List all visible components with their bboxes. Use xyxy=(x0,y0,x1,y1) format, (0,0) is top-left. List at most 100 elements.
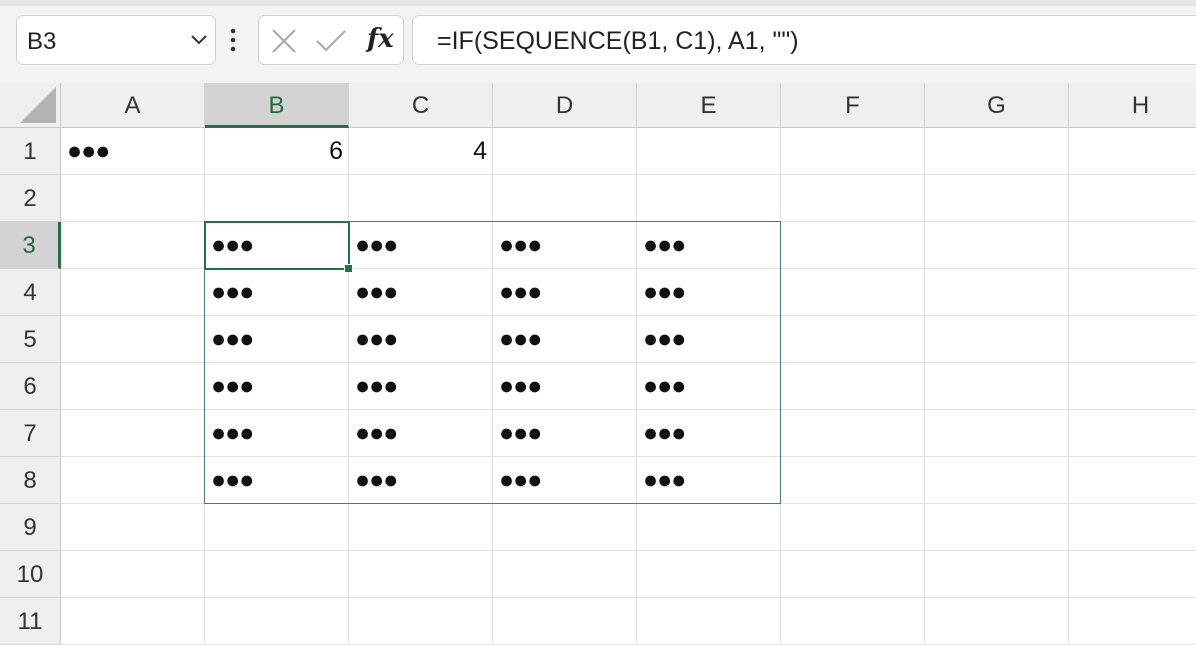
chevron-down-icon[interactable] xyxy=(189,30,209,50)
cell-d11[interactable] xyxy=(493,598,637,645)
cell-h11[interactable] xyxy=(1069,598,1196,645)
cell-g2[interactable] xyxy=(925,175,1069,222)
cell-c7[interactable]: ●●● xyxy=(349,410,493,457)
cell-c5[interactable]: ●●● xyxy=(349,316,493,363)
cell-e8[interactable]: ●●● xyxy=(637,457,781,504)
cell-d5[interactable]: ●●● xyxy=(493,316,637,363)
cell-g9[interactable] xyxy=(925,504,1069,551)
cell-h7[interactable] xyxy=(1069,410,1196,457)
cell-h4[interactable] xyxy=(1069,269,1196,316)
cell-e9[interactable] xyxy=(637,504,781,551)
cell-a7[interactable] xyxy=(61,410,205,457)
cell-b9[interactable] xyxy=(205,504,349,551)
cell-d6[interactable]: ●●● xyxy=(493,363,637,410)
cell-h2[interactable] xyxy=(1069,175,1196,222)
cell-f2[interactable] xyxy=(781,175,925,222)
cell-d7[interactable]: ●●● xyxy=(493,410,637,457)
cell-e2[interactable] xyxy=(637,175,781,222)
cell-b2[interactable] xyxy=(205,175,349,222)
cell-e6[interactable]: ●●● xyxy=(637,363,781,410)
cell-f6[interactable] xyxy=(781,363,925,410)
cell-a11[interactable] xyxy=(61,598,205,645)
cell-g6[interactable] xyxy=(925,363,1069,410)
more-options-icon[interactable] xyxy=(229,27,237,53)
cell-g10[interactable] xyxy=(925,551,1069,598)
column-header-c[interactable]: C xyxy=(349,83,493,128)
cell-a5[interactable] xyxy=(61,316,205,363)
row-header-11[interactable]: 11 xyxy=(0,598,61,645)
cell-g7[interactable] xyxy=(925,410,1069,457)
cell-e11[interactable] xyxy=(637,598,781,645)
cell-d2[interactable] xyxy=(493,175,637,222)
cell-h6[interactable] xyxy=(1069,363,1196,410)
cell-c11[interactable] xyxy=(349,598,493,645)
cell-f10[interactable] xyxy=(781,551,925,598)
name-box[interactable]: B3 xyxy=(16,15,216,65)
fill-handle[interactable] xyxy=(344,264,353,273)
x-icon[interactable] xyxy=(271,28,297,54)
cell-e5[interactable]: ●●● xyxy=(637,316,781,363)
column-header-h[interactable]: H xyxy=(1069,83,1196,128)
cell-g1[interactable] xyxy=(925,128,1069,175)
check-icon[interactable] xyxy=(315,28,347,54)
cell-a3[interactable] xyxy=(61,222,205,269)
cell-d1[interactable] xyxy=(493,128,637,175)
row-header-4[interactable]: 4 xyxy=(0,269,61,316)
cell-f1[interactable] xyxy=(781,128,925,175)
cell-f9[interactable] xyxy=(781,504,925,551)
cell-b1[interactable]: 6 xyxy=(205,128,349,175)
column-header-g[interactable]: G xyxy=(925,83,1069,128)
cell-c8[interactable]: ●●● xyxy=(349,457,493,504)
cell-f8[interactable] xyxy=(781,457,925,504)
cell-b3[interactable]: ●●● xyxy=(205,222,349,269)
cell-f5[interactable] xyxy=(781,316,925,363)
cell-c2[interactable] xyxy=(349,175,493,222)
cell-a4[interactable] xyxy=(61,269,205,316)
row-header-8[interactable]: 8 xyxy=(0,457,61,504)
cell-h5[interactable] xyxy=(1069,316,1196,363)
cell-c4[interactable]: ●●● xyxy=(349,269,493,316)
column-header-a[interactable]: A xyxy=(61,83,205,128)
cell-c10[interactable] xyxy=(349,551,493,598)
cell-c6[interactable]: ●●● xyxy=(349,363,493,410)
cell-c1[interactable]: 4 xyxy=(349,128,493,175)
cell-a10[interactable] xyxy=(61,551,205,598)
cell-e4[interactable]: ●●● xyxy=(637,269,781,316)
cell-b5[interactable]: ●●● xyxy=(205,316,349,363)
cell-b6[interactable]: ●●● xyxy=(205,363,349,410)
cell-f7[interactable] xyxy=(781,410,925,457)
cell-h1[interactable] xyxy=(1069,128,1196,175)
column-header-d[interactable]: D xyxy=(493,83,637,128)
row-header-3[interactable]: 3 xyxy=(0,222,61,269)
cell-b10[interactable] xyxy=(205,551,349,598)
column-header-b[interactable]: B xyxy=(205,83,349,128)
row-header-9[interactable]: 9 xyxy=(0,504,61,551)
cell-g4[interactable] xyxy=(925,269,1069,316)
select-all-button[interactable] xyxy=(0,83,61,128)
cell-h10[interactable] xyxy=(1069,551,1196,598)
cell-g8[interactable] xyxy=(925,457,1069,504)
cell-b8[interactable]: ●●● xyxy=(205,457,349,504)
column-header-f[interactable]: F xyxy=(781,83,925,128)
cell-f11[interactable] xyxy=(781,598,925,645)
cell-d4[interactable]: ●●● xyxy=(493,269,637,316)
cell-d10[interactable] xyxy=(493,551,637,598)
cell-a8[interactable] xyxy=(61,457,205,504)
cell-g3[interactable] xyxy=(925,222,1069,269)
cell-a2[interactable] xyxy=(61,175,205,222)
cell-b4[interactable]: ●●● xyxy=(205,269,349,316)
cell-c9[interactable] xyxy=(349,504,493,551)
cell-g5[interactable] xyxy=(925,316,1069,363)
cell-b11[interactable] xyxy=(205,598,349,645)
cell-a6[interactable] xyxy=(61,363,205,410)
cell-c3[interactable]: ●●● xyxy=(349,222,493,269)
cell-h9[interactable] xyxy=(1069,504,1196,551)
cell-d9[interactable] xyxy=(493,504,637,551)
cell-d8[interactable]: ●●● xyxy=(493,457,637,504)
row-header-7[interactable]: 7 xyxy=(0,410,61,457)
cell-h8[interactable] xyxy=(1069,457,1196,504)
cell-f3[interactable] xyxy=(781,222,925,269)
row-header-5[interactable]: 5 xyxy=(0,316,61,363)
row-header-1[interactable]: 1 xyxy=(0,128,61,175)
cell-e10[interactable] xyxy=(637,551,781,598)
